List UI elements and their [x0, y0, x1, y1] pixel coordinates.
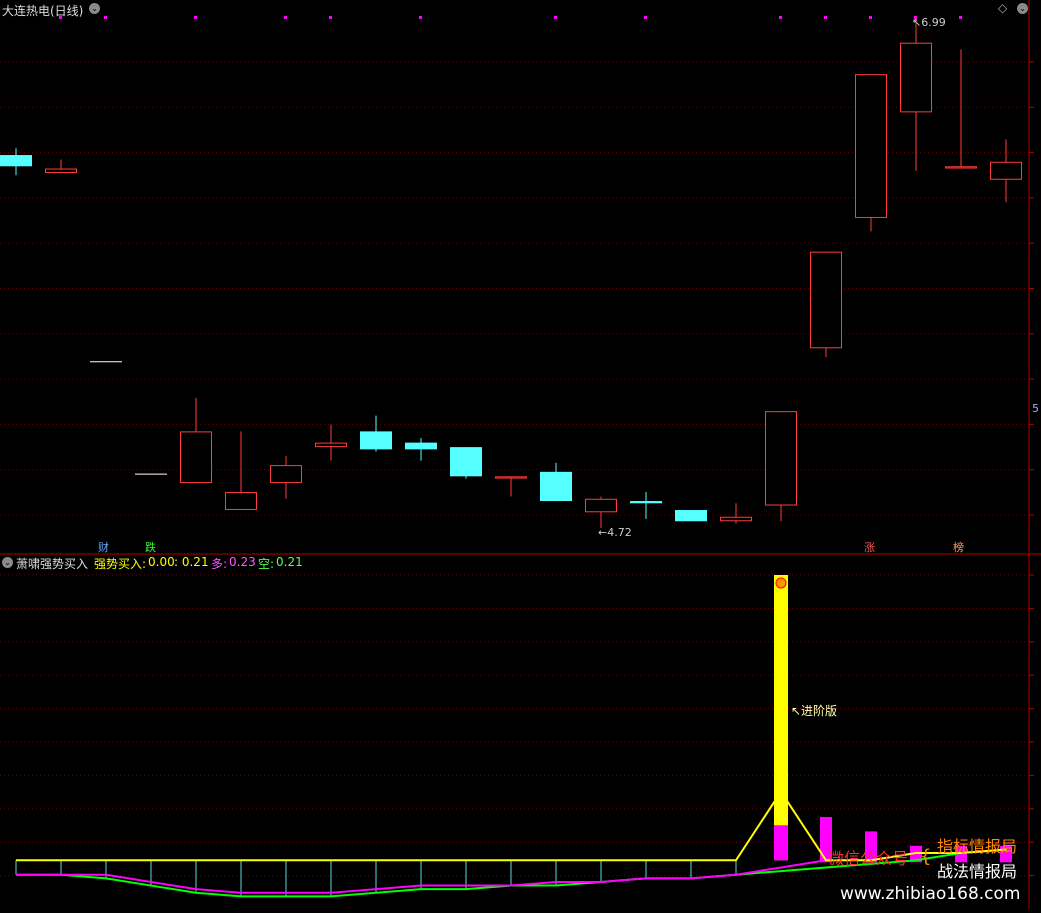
- indicator-bar-magenta: [774, 825, 788, 861]
- title-menu-icon[interactable]: ⌄: [89, 3, 100, 14]
- signal-dot: [554, 16, 557, 19]
- advanced-version-annotation: ↖进阶版: [791, 704, 838, 718]
- signal-dot: [959, 16, 962, 19]
- indicator-menu-icon[interactable]: ⌄: [2, 557, 13, 568]
- low-price-value: 4.72: [607, 526, 632, 539]
- candle-body: [810, 251, 842, 349]
- candle-body: [405, 442, 437, 450]
- watermark-url: www.zhibiao168.com: [840, 884, 1021, 904]
- candle-body: [585, 498, 617, 513]
- stock-title: 大连热电(日线): [2, 4, 84, 18]
- kong-value: 0.21: [276, 555, 303, 569]
- watermark-line-b: 战法情报局: [937, 862, 1018, 881]
- event-tag-cai[interactable]: 财: [98, 539, 109, 555]
- candle-body: [900, 42, 932, 113]
- candle-body: [720, 516, 752, 522]
- duo-label: 多:: [211, 557, 228, 571]
- candle-body: [0, 155, 32, 167]
- watermark-wechat: 微信公众号: [828, 849, 909, 868]
- candle-body: [450, 447, 482, 477]
- candle-body: [225, 492, 257, 511]
- duo-value: 0.23: [229, 555, 256, 569]
- indicator-title[interactable]: 萧啸强势买入: [16, 555, 88, 572]
- watermark-line-a: 指标情报局: [937, 837, 1018, 856]
- event-tag-die[interactable]: 跌: [145, 539, 156, 555]
- high-price-label: ↖6.99: [912, 16, 946, 29]
- indicator-label: 强势买入:: [94, 557, 147, 571]
- signal-dot: [824, 16, 827, 19]
- event-tag-zhang[interactable]: 涨: [864, 539, 875, 555]
- signal-dot: [104, 16, 107, 19]
- candle-body: [180, 431, 212, 484]
- candle-body: [855, 74, 887, 218]
- event-tag-bang[interactable]: 榜: [953, 539, 964, 555]
- candle-body: [495, 476, 527, 479]
- stock-chart-window: 大连热电(日线) ⌄ ◇ ⌄ ⌄ 萧啸强势买入 强势买入: 0.00 : 0.2…: [0, 0, 1041, 909]
- candle-body: [945, 166, 977, 169]
- diamond-icon[interactable]: ◇: [998, 1, 1007, 15]
- signal-dot: [329, 16, 332, 19]
- candle-body: [765, 411, 797, 506]
- indicator-value-2: : 0.21: [174, 555, 209, 569]
- indicator-value-1: 0.00: [148, 555, 175, 569]
- high-price-value: 6.99: [921, 16, 946, 29]
- signal-dot: [779, 16, 782, 19]
- candle-body: [45, 168, 77, 174]
- candle-body: [360, 431, 392, 450]
- indicator-bar-yellow: [774, 575, 788, 861]
- candle-body: [990, 161, 1022, 180]
- signal-dot: [194, 16, 197, 19]
- signal-dot: [644, 16, 647, 19]
- panel-menu-icon[interactable]: ⌄: [1017, 3, 1028, 14]
- candle-body: [270, 465, 302, 484]
- candle-body: [315, 442, 347, 448]
- signal-dot: [284, 16, 287, 19]
- candle-body: [540, 471, 572, 502]
- buy-signal-icon: [775, 577, 787, 589]
- candle-body: [675, 510, 707, 522]
- signal-dot: [869, 16, 872, 19]
- signal-dot: [419, 16, 422, 19]
- kong-label: 空:: [258, 557, 275, 571]
- watermark-brace: {: [920, 846, 932, 867]
- right-axis-mark: 5: [1032, 402, 1039, 415]
- chart-canvas[interactable]: [0, 0, 1041, 909]
- candle-body: [630, 501, 662, 504]
- low-price-label: ←4.72: [598, 526, 632, 539]
